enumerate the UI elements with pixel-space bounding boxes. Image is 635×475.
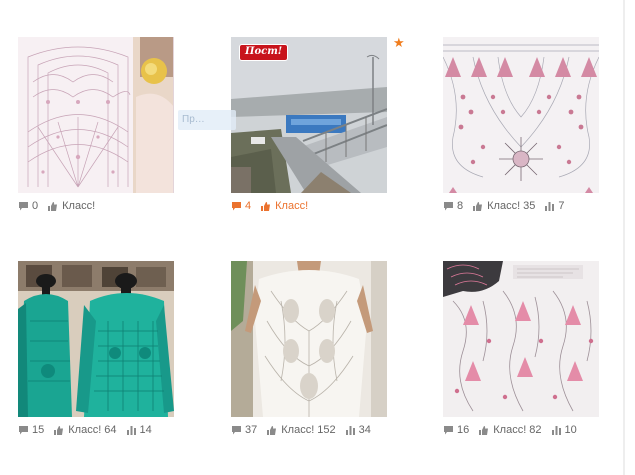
klass-label: Класс! [275,200,309,212]
photo-thumb-1[interactable] [18,37,174,193]
doily-chart-image [18,37,174,193]
klass-button[interactable]: Класс! 152 [266,424,336,436]
views-count: 7 [558,200,565,212]
comments-link[interactable]: 16 [443,424,469,436]
views-stat: 7 [544,200,565,212]
klass-button[interactable]: Класс! 35 [472,200,535,212]
comments-link[interactable]: 8 [443,200,463,212]
klass-button[interactable]: Класс! [47,200,95,212]
comments-link[interactable]: 37 [231,424,257,436]
faded-tooltip: Пр… [178,110,236,130]
photo-meta-2: 4 Класс! [231,199,387,213]
pineapple-chart-image [443,37,599,193]
klass-count: 35 [523,200,536,212]
klass-count: 82 [529,424,542,436]
views-count: 14 [139,424,152,436]
comments-count: 16 [457,424,470,436]
views-stat: 10 [551,424,577,436]
thumbs-up-icon [261,201,271,211]
views-stat: 34 [345,424,371,436]
comment-icon [19,425,28,434]
white-lace-top-image [231,261,387,417]
thumbs-up-icon [479,425,489,435]
comments-count: 37 [245,424,258,436]
bar-chart-icon [551,425,561,435]
photo-meta-6: 16 Класс! 82 10 [443,423,599,437]
klass-label: Класс! [487,200,521,212]
views-count: 10 [564,424,577,436]
comments-link[interactable]: 0 [18,200,38,212]
photo-card-3: 8 Класс! 35 7 [443,37,599,213]
comments-count: 8 [457,200,464,212]
photo-thumb-3[interactable] [443,37,599,193]
comment-icon [19,201,28,210]
comments-link[interactable]: 15 [18,424,44,436]
photo-card-5: 37 Класс! 152 34 [231,261,387,437]
comment-icon [444,425,453,434]
klass-button[interactable]: Класс! [260,200,308,212]
bar-chart-icon [545,201,555,211]
photo-meta-1: 0 Класс! [18,199,174,213]
thumbs-up-icon [48,201,58,211]
comments-count: 0 [32,200,39,212]
comment-icon [444,201,453,210]
klass-label: Класс! [62,200,96,212]
comment-icon [232,201,241,210]
photo-thumb-6[interactable] [443,261,599,417]
bar-chart-icon [345,425,355,435]
photo-meta-4: 15 Класс! 64 14 [18,423,174,437]
photo-card-6: 16 Класс! 82 10 [443,261,599,437]
comments-link[interactable]: 4 [231,200,251,212]
page-edge-divider [623,0,625,475]
post-badge: Пост! [239,44,289,61]
lace-schema-image [443,261,599,417]
klass-label: Класс! [281,424,315,436]
photo-meta-5: 37 Класс! 152 34 [231,423,387,437]
comments-count: 4 [245,200,252,212]
klass-count: 152 [317,424,336,436]
teal-sweater-image [18,261,174,417]
star-icon[interactable]: ★ [393,36,405,49]
photo-thumb-5[interactable] [231,261,387,417]
bar-chart-icon [126,425,136,435]
photo-thumb-2[interactable]: Пост! [231,37,387,193]
views-stat: 14 [126,424,152,436]
klass-label: Класс! [68,424,102,436]
photo-card-4: 15 Класс! 64 14 [18,261,174,437]
klass-count: 64 [104,424,117,436]
comments-count: 15 [32,424,45,436]
comment-icon [232,425,241,434]
thumbs-up-icon [473,201,483,211]
photo-meta-3: 8 Класс! 35 7 [443,199,599,213]
klass-button[interactable]: Класс! 82 [478,424,542,436]
photo-card-1: 0 Класс! [18,37,174,213]
klass-label: Класс! [493,424,527,436]
photo-card-2: Пост! 4 Класс! [231,37,387,213]
klass-button[interactable]: Класс! 64 [53,424,117,436]
thumbs-up-icon [54,425,64,435]
photo-thumb-4[interactable] [18,261,174,417]
thumbs-up-icon [267,425,277,435]
views-count: 34 [358,424,371,436]
